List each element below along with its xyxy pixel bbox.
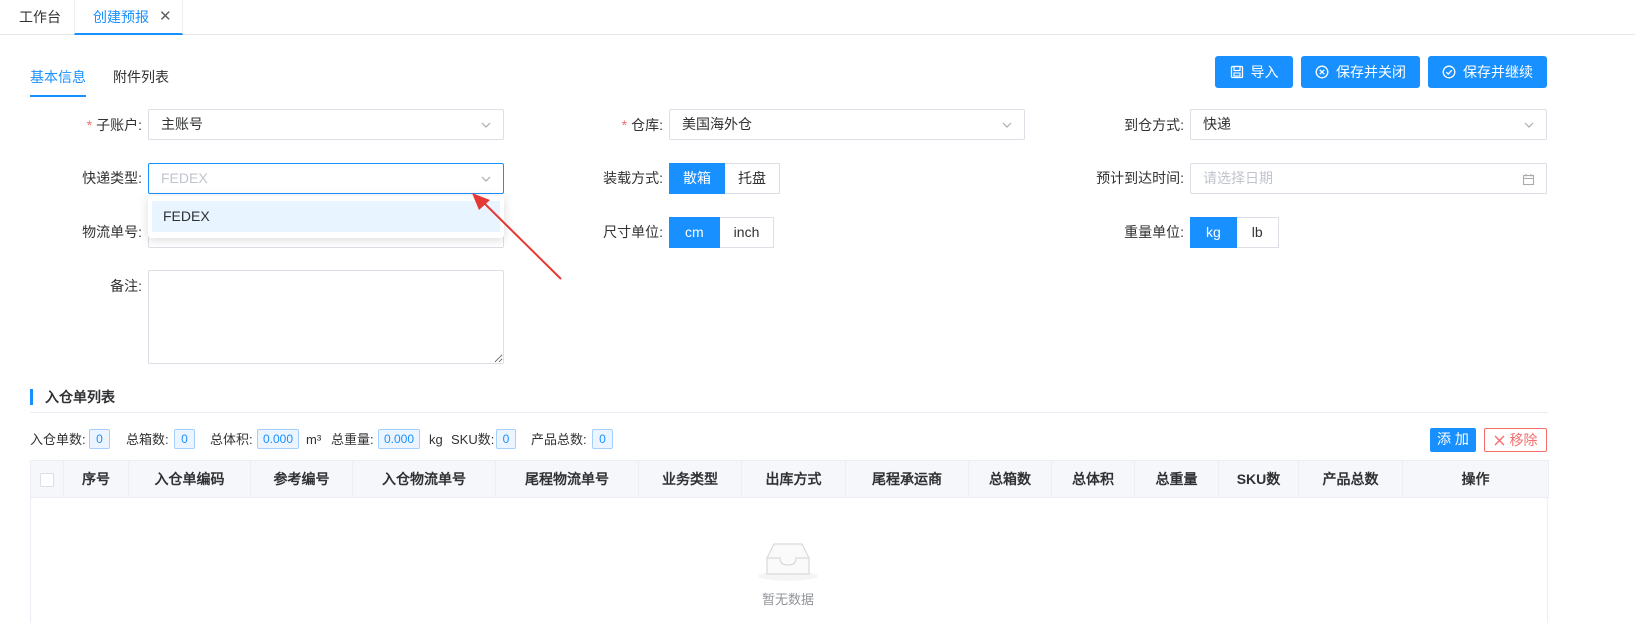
boxes-count-label: 总箱数: bbox=[126, 432, 169, 447]
loading-option-loose[interactable]: 散箱 bbox=[669, 163, 725, 194]
sub-account-select[interactable]: 主账号 bbox=[148, 109, 504, 140]
volume-unit: m³ bbox=[306, 432, 322, 447]
tab-workbench[interactable]: 工作台 bbox=[19, 0, 61, 35]
tab-basic-info[interactable]: 基本信息 bbox=[30, 67, 86, 87]
orders-count-value: 0 bbox=[89, 429, 110, 449]
annotation-arrow bbox=[472, 193, 562, 280]
express-type-dropdown: FEDEX bbox=[148, 196, 504, 238]
save-icon bbox=[1230, 65, 1243, 79]
express-type-select[interactable]: FEDEX bbox=[148, 163, 504, 194]
column-header: 操作 bbox=[1402, 460, 1549, 498]
calendar-icon bbox=[1522, 174, 1535, 186]
column-header: 业务类型 bbox=[638, 460, 742, 498]
express-type-placeholder: FEDEX bbox=[161, 170, 208, 186]
tab-active-indicator bbox=[30, 95, 86, 97]
chevron-down-icon bbox=[481, 176, 491, 182]
column-header: 总重量 bbox=[1134, 460, 1219, 498]
column-header: 参考编号 bbox=[250, 460, 353, 498]
import-label: 导入 bbox=[1250, 64, 1279, 80]
tracking-no-label: 物流单号: bbox=[82, 224, 142, 240]
size-option-inch[interactable]: inch bbox=[719, 217, 775, 248]
loading-method-label: 装载方式: bbox=[603, 170, 663, 186]
import-button[interactable]: 导入 bbox=[1215, 56, 1293, 88]
boxes-count-value: 0 bbox=[174, 429, 195, 449]
close-icon bbox=[1494, 435, 1504, 445]
sku-count-label: SKU数: bbox=[451, 432, 495, 447]
inbound-orders-table: 序号 入仓单编码 参考编号 入仓物流单号 尾程物流单号 业务类型 出库方式 尾程… bbox=[30, 460, 1549, 498]
column-header: 入仓物流单号 bbox=[352, 460, 496, 498]
remark-textarea[interactable] bbox=[148, 270, 504, 364]
page-tab-bar: 工作台 创建预报 ✕ bbox=[0, 0, 1635, 35]
save-close-button[interactable]: 保存并关闭 bbox=[1301, 56, 1420, 88]
volume-label: 总体积: bbox=[210, 432, 253, 447]
empty-state-text: 暂无数据 bbox=[762, 592, 815, 607]
size-option-cm[interactable]: cm bbox=[669, 217, 720, 248]
save-close-label: 保存并关闭 bbox=[1336, 64, 1406, 80]
table-header-row: 序号 入仓单编码 参考编号 入仓物流单号 尾程物流单号 业务类型 出库方式 尾程… bbox=[30, 460, 1549, 498]
products-count-label: 产品总数: bbox=[531, 432, 587, 447]
size-unit-toggle: cm inch bbox=[669, 217, 775, 248]
orders-count-label: 入仓单数: bbox=[30, 432, 86, 447]
save-continue-label: 保存并继续 bbox=[1463, 64, 1533, 80]
sub-account-label: * 子账户: bbox=[86, 117, 142, 133]
sub-account-value: 主账号 bbox=[161, 116, 203, 132]
weight-unit-toggle: kg lb bbox=[1190, 217, 1279, 248]
tab-label: 创建预报 bbox=[93, 9, 149, 25]
tab-create-forecast[interactable]: 创建预报 ✕ bbox=[74, 0, 183, 35]
chevron-down-icon bbox=[481, 122, 491, 128]
column-header: 入仓单编码 bbox=[128, 460, 251, 498]
select-all-checkbox[interactable] bbox=[40, 473, 54, 488]
column-header: SKU数 bbox=[1218, 460, 1299, 498]
column-header: 产品总数 bbox=[1298, 460, 1403, 498]
loading-option-pallet[interactable]: 托盘 bbox=[725, 163, 780, 194]
divider bbox=[30, 412, 1548, 413]
eta-placeholder: 请选择日期 bbox=[1203, 170, 1273, 186]
tab-attachments[interactable]: 附件列表 bbox=[113, 67, 169, 87]
arrival-method-label: 到仓方式: bbox=[1124, 117, 1184, 133]
weight-unit: kg bbox=[429, 432, 443, 447]
circle-close-icon bbox=[1315, 65, 1329, 79]
column-header: 总体积 bbox=[1051, 460, 1135, 498]
column-header: 出库方式 bbox=[741, 460, 846, 498]
weight-value: 0.000 bbox=[378, 429, 420, 449]
eta-label: 预计到达时间: bbox=[1096, 170, 1184, 186]
remark-label: 备注: bbox=[110, 278, 142, 294]
add-button[interactable]: 添 加 bbox=[1430, 428, 1476, 452]
weight-unit-label: 重量单位: bbox=[1124, 224, 1184, 240]
volume-value: 0.000 bbox=[257, 429, 299, 449]
remove-button[interactable]: 移除 bbox=[1484, 428, 1547, 452]
column-header: 尾程物流单号 bbox=[495, 460, 639, 498]
arrival-method-value: 快递 bbox=[1203, 116, 1231, 132]
weight-option-kg[interactable]: kg bbox=[1190, 217, 1237, 248]
warehouse-label: * 仓库: bbox=[621, 117, 663, 133]
eta-date-picker[interactable]: 请选择日期 bbox=[1190, 163, 1547, 194]
chevron-down-icon bbox=[1002, 122, 1012, 128]
empty-inbox-icon bbox=[758, 543, 818, 581]
remove-label: 移除 bbox=[1509, 432, 1538, 448]
section-title: 入仓单列表 bbox=[30, 389, 115, 405]
circle-check-icon bbox=[1442, 65, 1456, 79]
chevron-down-icon bbox=[1524, 122, 1534, 128]
weight-label: 总重量: bbox=[331, 432, 374, 447]
express-type-label: 快递类型: bbox=[82, 170, 142, 186]
column-header: 总箱数 bbox=[968, 460, 1052, 498]
column-header: 尾程承运商 bbox=[845, 460, 969, 498]
products-count-value: 0 bbox=[592, 429, 613, 449]
select-all-cell bbox=[30, 460, 64, 498]
close-icon[interactable]: ✕ bbox=[159, 0, 172, 34]
save-continue-button[interactable]: 保存并继续 bbox=[1428, 56, 1547, 88]
column-header: 序号 bbox=[63, 460, 129, 498]
sku-count-value: 0 bbox=[496, 429, 516, 449]
size-unit-label: 尺寸单位: bbox=[603, 224, 663, 240]
warehouse-value: 美国海外仓 bbox=[682, 116, 752, 132]
weight-option-lb[interactable]: lb bbox=[1236, 217, 1279, 248]
loading-method-toggle: 散箱 托盘 bbox=[669, 163, 780, 194]
warehouse-select[interactable]: 美国海外仓 bbox=[669, 109, 1025, 140]
express-option-fedex[interactable]: FEDEX bbox=[152, 201, 500, 232]
arrival-method-select[interactable]: 快递 bbox=[1190, 109, 1547, 140]
